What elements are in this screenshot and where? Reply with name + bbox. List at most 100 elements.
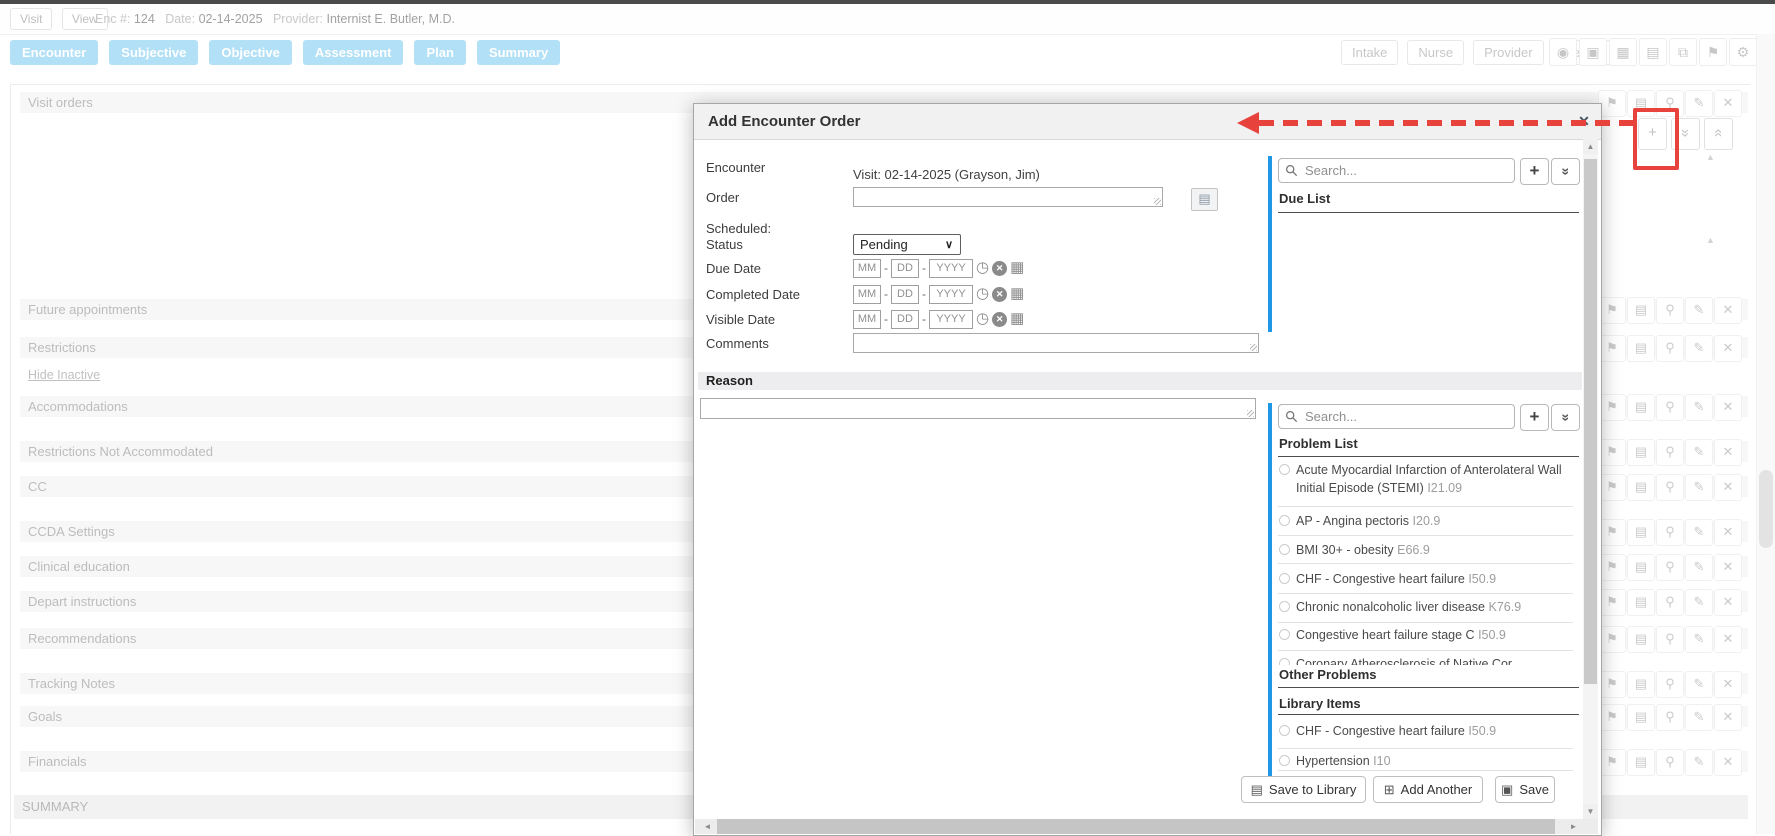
scroll-right-icon[interactable]: ► <box>1566 819 1581 834</box>
visible-date-yyyy-input[interactable] <box>929 310 973 329</box>
problem-item[interactable]: CHF - Congestive heart failure I50.9 <box>1278 570 1578 588</box>
reason-search-input[interactable] <box>1278 404 1515 429</box>
problem-name: Hypertension <box>1296 754 1370 768</box>
scroll-down-icon[interactable]: ▼ <box>1583 804 1598 819</box>
radio-icon[interactable] <box>1279 629 1290 640</box>
list-divider <box>1278 748 1573 749</box>
scroll-up-icon[interactable]: ▲ <box>1583 139 1598 154</box>
problem-item[interactable]: BMI 30+ - obesity E66.9 <box>1278 541 1578 559</box>
clear-date-icon[interactable]: ✕ <box>992 312 1007 327</box>
radio-icon[interactable] <box>1279 573 1290 584</box>
calendar-picker-icon[interactable]: ▦ <box>1010 310 1024 328</box>
annotation-dashed-line <box>1259 120 1633 126</box>
problem-item[interactable]: Congestive heart failure stage C I50.9 <box>1278 626 1578 644</box>
order-label: Order <box>706 190 739 205</box>
library-item[interactable]: CHF - Congestive heart failure I50.9 <box>1278 722 1578 740</box>
radio-icon[interactable] <box>1279 658 1290 665</box>
reason-input[interactable] <box>700 398 1256 419</box>
clock-icon[interactable]: ◷ <box>976 285 989 303</box>
problem-item[interactable]: Chronic nonalcoholic liver disease K76.9 <box>1278 598 1578 616</box>
other-problems-divider <box>1278 687 1579 688</box>
encounter-value: Visit: 02-14-2025 (Grayson, Jim) <box>853 167 1040 182</box>
problem-item[interactable]: Acute Myocardial Infarction of Anterolat… <box>1278 461 1578 497</box>
status-select[interactable]: Pending ∨ <box>853 234 961 255</box>
radio-icon[interactable] <box>1279 544 1290 555</box>
completed-date-mm-input[interactable] <box>853 285 881 304</box>
due-date-mm-input[interactable] <box>853 259 881 278</box>
visible-date-dd-input[interactable] <box>891 310 919 329</box>
radio-icon[interactable] <box>1279 725 1290 736</box>
radio-icon[interactable] <box>1279 601 1290 612</box>
save-button[interactable]: ▣ Save <box>1495 776 1555 803</box>
calendar-picker-icon[interactable]: ▦ <box>1010 259 1024 277</box>
window-top-strip <box>0 0 1775 4</box>
problem-item[interactable]: AP - Angina pectoris I20.9 <box>1278 512 1578 530</box>
due-date-dd-input[interactable] <box>891 259 919 278</box>
completed-date-yyyy-input[interactable] <box>929 285 973 304</box>
list-icon: ▤ <box>1198 191 1210 206</box>
order-input[interactable] <box>853 187 1163 207</box>
add-another-label: Add Another <box>1401 782 1473 797</box>
list-divider <box>1278 563 1573 564</box>
status-value: Pending <box>860 237 908 252</box>
reason-section-header: Reason <box>698 372 1582 390</box>
date-separator: - <box>884 312 888 326</box>
date-separator: - <box>922 261 926 275</box>
horizontal-scrollbar-thumb[interactable] <box>717 819 1555 834</box>
radio-icon[interactable] <box>1279 755 1290 766</box>
clear-date-icon[interactable]: ✕ <box>992 261 1007 276</box>
expand-list-button[interactable]: » <box>1551 404 1580 431</box>
problem-name: Coronary Atherosclerosis of Native Cor <box>1296 657 1512 665</box>
add-search-item-button[interactable]: + <box>1520 158 1549 185</box>
clear-date-icon[interactable]: ✕ <box>992 287 1007 302</box>
scroll-left-icon[interactable]: ◄ <box>700 819 715 834</box>
list-divider <box>1278 506 1573 507</box>
order-search-input[interactable] <box>1278 158 1515 183</box>
annotation-arrowhead <box>1237 112 1259 134</box>
floppy-icon: ▣ <box>1501 782 1513 798</box>
problem-code: I50.9 <box>1468 572 1496 586</box>
due-list-accent-bar <box>1268 156 1272 332</box>
expand-list-button[interactable]: » <box>1551 158 1580 185</box>
clock-icon[interactable]: ◷ <box>976 310 989 328</box>
comments-input[interactable] <box>853 333 1259 353</box>
dialog-vertical-scrollbar[interactable]: ▲ ▼ <box>1583 139 1598 819</box>
order-lookup-button[interactable]: ▤ <box>1191 188 1218 211</box>
chevron-down-icon: ∨ <box>945 235 953 255</box>
radio-icon[interactable] <box>1279 464 1290 475</box>
radio-icon[interactable] <box>1279 515 1290 526</box>
order-input-wrap <box>853 187 1163 207</box>
problem-code: I50.9 <box>1468 724 1496 738</box>
library-items-header: Library Items <box>1279 696 1361 711</box>
reason-input-wrap <box>700 398 1256 419</box>
save-label: Save <box>1519 782 1549 797</box>
clock-icon[interactable]: ◷ <box>976 259 989 277</box>
visible-date-mm-input[interactable] <box>853 310 881 329</box>
library-item[interactable]: Hypertension I10 <box>1278 752 1578 770</box>
problem-list-header: Problem List <box>1279 436 1358 451</box>
problem-code: I10 <box>1373 754 1390 768</box>
completed-date-dd-input[interactable] <box>891 285 919 304</box>
add-another-button[interactable]: ⊞Add Another <box>1373 776 1483 803</box>
problem-code: I50.9 <box>1478 628 1506 642</box>
add-search-item-button[interactable]: + <box>1520 404 1549 431</box>
annotation-highlight-box <box>1633 108 1679 170</box>
calendar-picker-icon[interactable]: ▦ <box>1010 285 1024 303</box>
dialog-horizontal-scrollbar[interactable]: ◄ ► <box>695 819 1583 834</box>
problem-list-accent-bar <box>1268 403 1272 776</box>
date-separator: - <box>922 287 926 301</box>
vertical-scrollbar-thumb[interactable] <box>1584 159 1597 684</box>
library-items-divider <box>1278 714 1579 715</box>
scrollbar-corner <box>1583 819 1598 834</box>
save-to-library-button[interactable]: ▤Save to Library <box>1241 776 1366 803</box>
problem-item-clipped[interactable]: Coronary Atherosclerosis of Native Cor <box>1278 655 1578 665</box>
date-separator: - <box>884 287 888 301</box>
visible-date-row: -- ◷ ✕ ▦ <box>853 309 1024 329</box>
due-date-yyyy-input[interactable] <box>929 259 973 278</box>
comments-input-wrap <box>853 333 1259 353</box>
encounter-label: Encounter <box>706 160 765 175</box>
problem-code: I20.9 <box>1413 514 1441 528</box>
resize-handle-icon <box>1154 198 1161 205</box>
list-divider <box>1278 535 1573 536</box>
visible-date-label: Visible Date <box>706 312 775 327</box>
